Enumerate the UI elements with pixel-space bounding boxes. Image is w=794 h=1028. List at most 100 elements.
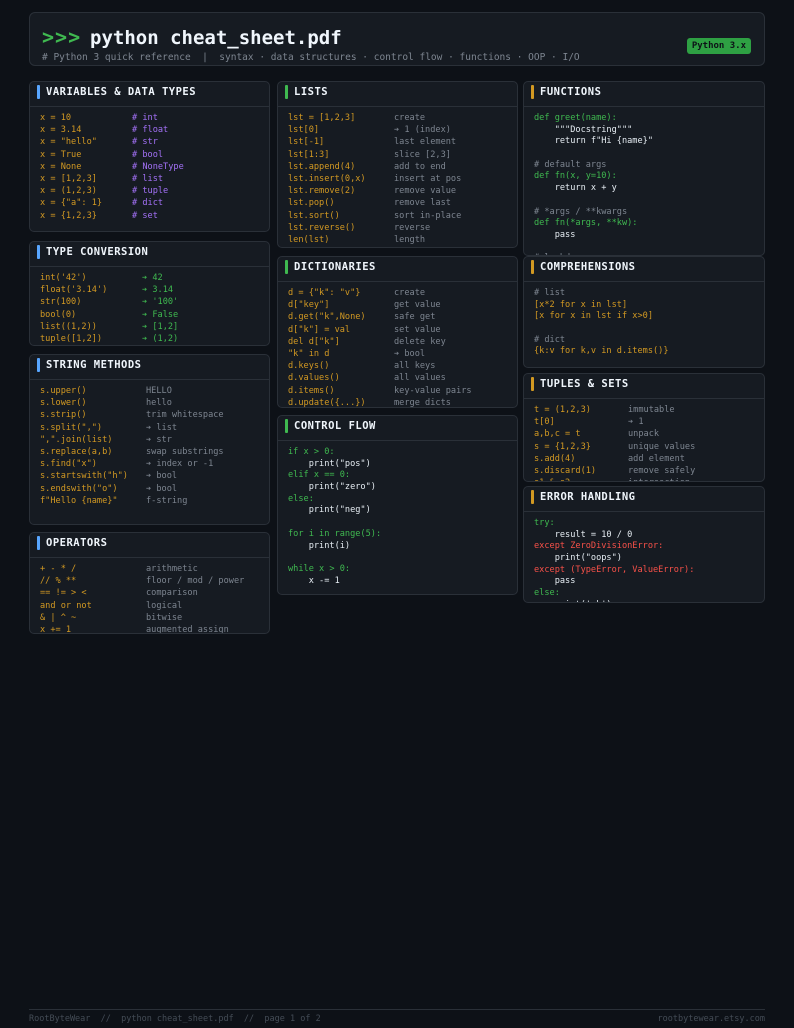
card-comprehensions: COMPREHENSIONS # list [x*2 for x in lst][… — [523, 256, 765, 368]
row-code: lst.pop() — [288, 198, 335, 209]
table-row: "k" in d ➔ bool — [288, 348, 507, 360]
table-row: lst[1:3] slice [2,3] — [288, 149, 507, 161]
table-row: f"Hello {name}" f-string — [40, 495, 259, 507]
table-row: s.replace(a,b) swap substrings — [40, 446, 259, 458]
row-code: s.replace(a,b) — [40, 446, 113, 457]
card-title: CONTROL FLOW — [294, 420, 376, 432]
table-row: s.endswith("o") ➔ bool — [40, 483, 259, 495]
row-code: [x*2 for x in lst] — [288, 246, 381, 247]
row-code: x = {"a": 1} — [40, 198, 103, 209]
table-row: s.find("x") ➔ index or -1 — [40, 458, 259, 470]
row-code: & | ^ ~ — [40, 612, 77, 623]
row-note: # set — [132, 210, 158, 221]
row-note: immutable — [628, 405, 675, 415]
row-note: # list — [132, 173, 164, 184]
row-code: x = (1,2,3) — [40, 186, 97, 197]
code-line: # *args / **kwargs — [534, 206, 628, 217]
code-line: result = 10 / 0 — [534, 529, 633, 540]
row-note: logical — [146, 600, 183, 611]
table-row: lst.sort() sort in-place — [288, 210, 507, 222]
table-row: d.values() all values — [288, 372, 507, 384]
row-note: f-string — [146, 495, 188, 506]
card-title: TYPE CONVERSION — [46, 246, 149, 258]
table-row: d.items() key-value pairs — [288, 385, 507, 397]
table-row: s.add(4) add element — [534, 453, 754, 465]
row-code: lst.append(4) — [288, 161, 356, 172]
row-code: s.strip() — [40, 410, 87, 421]
code-line: print(i) — [288, 540, 351, 551]
row-code: s.add(4) — [534, 453, 576, 464]
code-line: print("neg") — [288, 505, 371, 516]
row-note: hello — [146, 398, 172, 409]
code-line: try: — [534, 518, 555, 528]
code-line: pass — [534, 229, 576, 240]
row-note: ➔ 3.14 — [142, 285, 174, 296]
table-row: lst[-1] last element — [288, 136, 507, 148]
row-note: add element — [628, 453, 685, 464]
table-row: x = {1,2,3} # set — [40, 210, 259, 222]
table-row: d = {"k": "v"} create — [288, 287, 507, 299]
row-note: trim whitespace — [146, 410, 224, 421]
table-row: and or not logical — [40, 600, 259, 612]
row-code: d.get("k",None) — [288, 312, 366, 323]
row-code: t[0] — [534, 417, 555, 428]
row-code: a,b,c = t — [534, 429, 581, 440]
table-row: d.get("k",None) safe get — [288, 311, 507, 323]
footer-link: rootbytewear.etsy.com — [657, 1014, 765, 1024]
table-row: x = (1,2,3) # tuple — [40, 185, 259, 197]
table-row: s.strip() trim whitespace — [40, 409, 259, 421]
row-code: lst.reverse() — [288, 222, 356, 233]
table-row: d.keys() all keys — [288, 360, 507, 372]
code-line: # list — [534, 288, 566, 298]
row-code: del d["k"] — [288, 336, 340, 347]
table-row: x = True # bool — [40, 149, 259, 161]
row-code: d.items() — [288, 385, 335, 396]
table-row: lst.insert(0,x) insert at pos — [288, 173, 507, 185]
row-code: lst[-1] — [288, 137, 325, 148]
row-code: f"Hello {name}" — [40, 495, 118, 506]
row-code: x = "hello" — [40, 137, 97, 148]
card-tuples-sets: TUPLES & SETS t = (1,2,3) immutable t[0] ➔ … — [523, 373, 765, 482]
row-note: create — [394, 113, 426, 123]
row-code: "k" in d — [288, 348, 330, 359]
code-line: for i in range(5): — [288, 528, 382, 539]
row-code: t = (1,2,3) — [534, 405, 591, 415]
table-row: s.lower() hello — [40, 397, 259, 409]
table-row: int('42') ➔ 42 — [40, 272, 259, 284]
code-line: [x for x in lst if x>0] — [534, 311, 653, 322]
code-line: else: — [534, 588, 560, 599]
row-note: arithmetic — [146, 564, 198, 574]
code-line: else: — [288, 493, 314, 504]
code-line: x -= 1 — [288, 575, 340, 586]
row-note: ➔ [1,2] — [142, 321, 179, 332]
row-code: == != > < — [40, 588, 87, 599]
row-note: # str — [132, 137, 158, 148]
code-line: return f"Hi {name}" — [534, 136, 653, 147]
card-dictionaries: DICTIONARIES d = {"k": "v"} create d["key"… — [277, 256, 518, 408]
code-line: def fn(*args, **kw): — [534, 218, 638, 229]
card-variables: VARIABLES & DATA TYPES x = 10 # int x = 3.… — [29, 81, 270, 232]
row-note: add to end — [394, 161, 446, 172]
row-note: slice [2,3] — [394, 149, 451, 160]
table-row: list((1,2)) ➔ [1,2] — [40, 321, 259, 333]
code-line: """Docstring""" — [534, 124, 633, 135]
table-row: d.update({...}) merge dicts — [288, 397, 507, 407]
code-line: except (TypeError, ValueError): — [534, 564, 695, 575]
row-code: lst.sort() — [288, 210, 340, 221]
row-code: s.startswith("h") — [40, 471, 128, 482]
code-line: # dict — [534, 334, 566, 345]
row-code: lst.insert(0,x) — [288, 173, 366, 184]
row-code: lst[1:3] — [288, 149, 330, 160]
row-note: remove last — [394, 198, 451, 209]
row-code: and or not — [40, 600, 92, 611]
row-note: intersection — [628, 477, 690, 481]
table-row: x = 10 # int — [40, 112, 259, 124]
code-line: return x + y — [534, 183, 617, 194]
table-row: [x*2 for x in lst] list comp — [288, 246, 507, 247]
row-note: # tuple — [132, 186, 169, 197]
page-subtitle: # Python 3 quick reference | syntax · da… — [42, 52, 580, 63]
table-row: s = {1,2,3} unique values — [534, 441, 754, 453]
